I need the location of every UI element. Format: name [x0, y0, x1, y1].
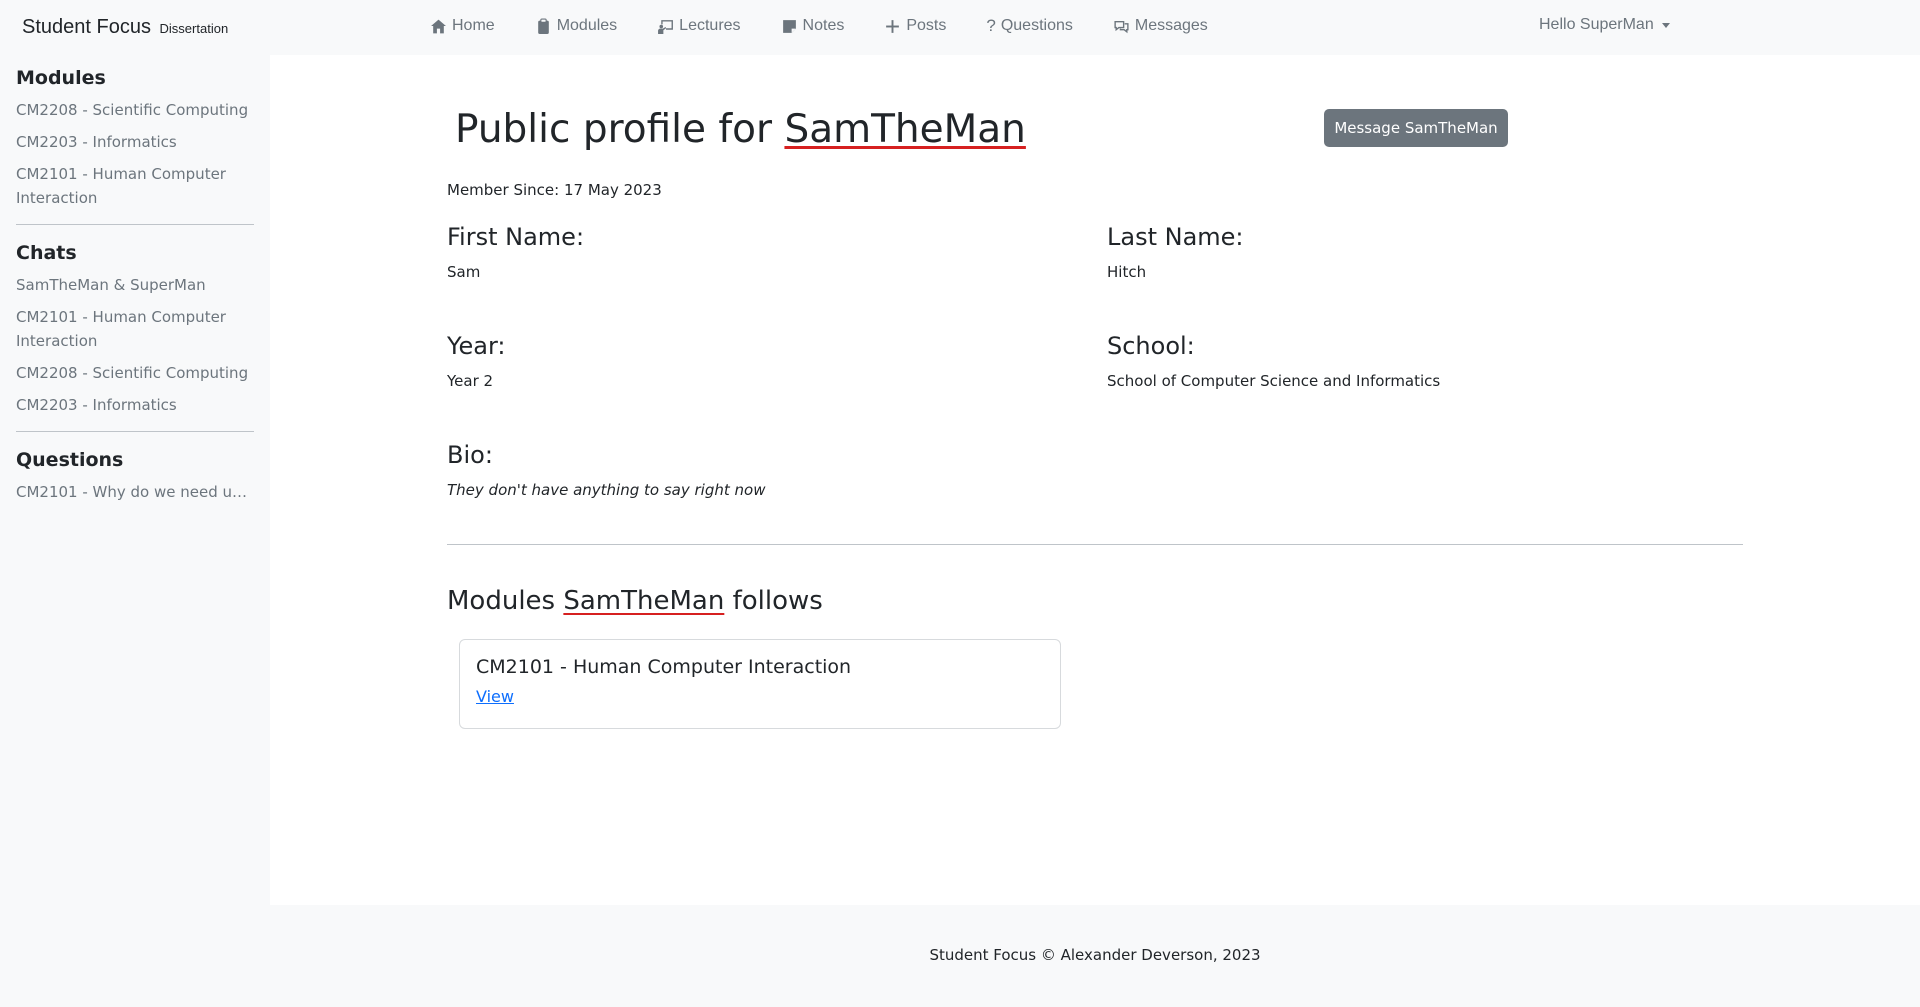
nav-notes-label: Notes [802, 17, 845, 34]
sidebar-question-item[interactable]: CM2101 - Why do we need user research? [16, 480, 254, 504]
year-field: Year: Year 2 [447, 332, 505, 390]
nav-modules[interactable]: Modules [535, 16, 617, 36]
sidebar-module-item[interactable]: CM2208 - Scientific Computing [16, 98, 254, 122]
brand-link[interactable]: Student Focus Dissertation [22, 16, 228, 39]
module-card: CM2101 - Human Computer Interaction View [459, 639, 1061, 729]
sidebar-chat-item[interactable]: CM2208 - Scientific Computing [16, 361, 254, 385]
nav-messages-label: Messages [1134, 17, 1208, 34]
member-since: Member Since: 17 May 2023 [447, 181, 662, 199]
sidebar-module-item[interactable]: CM2101 - Human Computer Interaction [16, 162, 254, 210]
sidebar-modules-section: Modules CM2208 - Scientific Computing CM… [16, 67, 254, 210]
brand-tag: Dissertation [159, 21, 229, 36]
title-prefix: Public profile for [455, 107, 785, 152]
profile-username: SamTheMan [784, 107, 1026, 152]
sidebar-module-item[interactable]: CM2203 - Informatics [16, 130, 254, 154]
page-title: Public profile for SamTheMan [455, 107, 1026, 152]
sidebar: Modules CM2208 - Scientific Computing CM… [0, 55, 270, 905]
nav-lectures-label: Lectures [679, 17, 741, 34]
nav-home[interactable]: Home [430, 16, 495, 36]
home-icon [431, 19, 446, 33]
year-value: Year 2 [447, 372, 494, 390]
sidebar-chat-item[interactable]: CM2101 - Human Computer Interaction [16, 305, 254, 353]
nav-notes[interactable]: Notes [781, 16, 845, 36]
nav-links: Home Modules Lectures Notes Posts ? Ques… [430, 16, 1248, 36]
presentation-icon [658, 19, 674, 34]
sidebar-chat-item[interactable]: SamTheMan & SuperMan [16, 273, 254, 297]
first-name-label: First Name: [447, 223, 585, 251]
sidebar-questions-heading: Questions [16, 449, 124, 471]
year-label: Year: [447, 332, 506, 360]
bio-value: They don't have anything to say right no… [447, 481, 766, 499]
nav-modules-label: Modules [556, 17, 618, 34]
sidebar-chat-item[interactable]: CM2203 - Informatics [16, 393, 254, 417]
nav-home-label: Home [452, 17, 495, 34]
last-name-label: Last Name: [1107, 223, 1244, 251]
follows-prefix: Modules [447, 586, 564, 616]
module-view-link[interactable]: View [476, 687, 514, 706]
top-navbar: Student Focus Dissertation Home Modules … [0, 0, 1920, 55]
footer-text: Student Focus © Alexander Deverson, 2023 [929, 946, 1261, 964]
last-name-value: Hitch [1107, 263, 1147, 281]
nav-posts[interactable]: Posts [884, 16, 946, 36]
nav-lectures[interactable]: Lectures [657, 16, 741, 36]
sticky-note-icon [782, 19, 796, 33]
nav-messages[interactable]: Messages [1113, 16, 1208, 36]
message-user-button[interactable]: Message SamTheMan [1324, 109, 1508, 147]
module-card-title: CM2101 - Human Computer Interaction [476, 656, 852, 678]
nav-questions[interactable]: ? Questions [986, 16, 1073, 36]
plus-icon [886, 19, 900, 33]
school-value: School of Computer Science and Informati… [1107, 372, 1441, 390]
last-name-field: Last Name: Hitch [1107, 223, 1244, 281]
nav-questions-label: Questions [1000, 17, 1073, 34]
question-icon: ? [986, 16, 996, 35]
chevron-down-icon [1661, 22, 1670, 28]
school-label: School: [1107, 332, 1195, 360]
user-dropdown[interactable]: Hello SuperMan [1539, 16, 1670, 34]
sidebar-chats-heading: Chats [16, 242, 77, 264]
main-content: Public profile for SamTheMan Message Sam… [270, 55, 1920, 905]
brand-name: Student Focus [22, 16, 151, 38]
clipboard-icon [537, 18, 549, 34]
first-name-field: First Name: Sam [447, 223, 584, 281]
first-name-value: Sam [447, 263, 481, 281]
footer: Student Focus © Alexander Deverson, 2023 [270, 905, 1920, 1007]
sidebar-divider [16, 224, 254, 225]
school-field: School: School of Computer Science and I… [1107, 332, 1440, 390]
sidebar-modules-heading: Modules [16, 67, 106, 89]
sidebar-chats-section: Chats SamTheMan & SuperMan CM2101 - Huma… [16, 242, 254, 417]
sidebar-divider [16, 431, 254, 432]
user-greeting: Hello SuperMan [1539, 16, 1654, 33]
bio-field: Bio: They don't have anything to say rig… [447, 441, 765, 499]
content-divider [447, 544, 1743, 545]
sidebar-questions-section: Questions CM2101 - Why do we need user r… [16, 449, 254, 504]
follows-heading: Modules SamTheMan follows [447, 586, 823, 616]
chat-icon [1114, 20, 1129, 33]
follows-suffix: follows [724, 586, 823, 616]
nav-posts-label: Posts [906, 17, 947, 34]
follows-username: SamTheMan [563, 586, 725, 616]
bio-label: Bio: [447, 441, 493, 469]
